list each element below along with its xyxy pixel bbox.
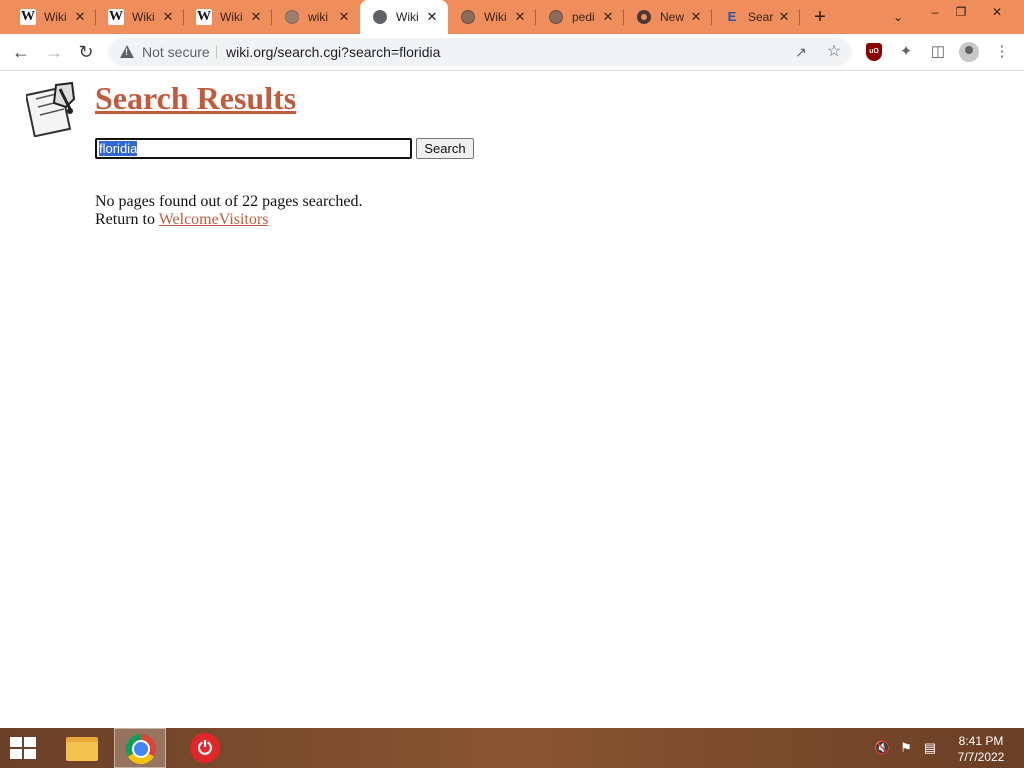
tab-title: New bbox=[660, 10, 685, 24]
chrome-icon bbox=[126, 734, 156, 764]
browser-tab[interactable]: W Wiki ✕ bbox=[184, 0, 272, 34]
windows-start-icon[interactable] bbox=[10, 737, 38, 761]
return-line: Return to WelcomeVisitors bbox=[95, 211, 268, 229]
action-center-flag-icon[interactable]: ⚑ bbox=[898, 740, 914, 756]
system-clock[interactable]: 8:41 PM 7/7/2022 bbox=[950, 733, 1012, 765]
tab-close-icon[interactable]: ✕ bbox=[600, 9, 616, 25]
wikipedia-w-icon: W bbox=[108, 9, 124, 25]
extensions-puzzle-icon[interactable]: ✦ bbox=[896, 42, 916, 62]
wikipedia-w-icon: W bbox=[20, 9, 36, 25]
side-panel-icon[interactable]: ◫ bbox=[928, 42, 948, 62]
reload-icon[interactable]: ↻ bbox=[74, 40, 98, 64]
tab-close-icon[interactable]: ✕ bbox=[424, 9, 440, 25]
globe-icon bbox=[372, 9, 388, 25]
more-menu-icon[interactable]: ⋮ bbox=[992, 42, 1012, 62]
close-window-icon[interactable]: ✕ bbox=[982, 2, 1012, 22]
browser-tab-strip: W Wiki ✕ W Wiki ✕ W Wiki ✕ wiki ✕ Wiki ✕… bbox=[0, 0, 1024, 34]
warning-triangle-icon[interactable] bbox=[120, 45, 134, 58]
share-icon[interactable]: ↗ bbox=[792, 43, 810, 61]
clock-date: 7/7/2022 bbox=[957, 750, 1005, 764]
power-icon: ⏻ bbox=[190, 733, 220, 763]
tab-close-icon[interactable]: ✕ bbox=[160, 9, 176, 25]
tab-title: Wiki bbox=[220, 10, 243, 24]
tab-close-icon[interactable]: ✕ bbox=[776, 9, 792, 25]
profile-avatar[interactable] bbox=[959, 42, 979, 62]
browser-tab[interactable]: E Sear ✕ bbox=[712, 0, 800, 34]
file-explorer-button[interactable] bbox=[56, 728, 108, 768]
tab-close-icon[interactable]: ✕ bbox=[688, 9, 704, 25]
ublock-origin-icon[interactable]: uO bbox=[866, 43, 882, 61]
tab-search-chevron-icon[interactable]: ⌄ bbox=[888, 8, 908, 26]
browser-tab[interactable]: pedi ✕ bbox=[536, 0, 624, 34]
tab-title: Wiki bbox=[132, 10, 155, 24]
page-content: Search Results floridia Search No pages … bbox=[0, 71, 1024, 728]
search-button[interactable]: Search bbox=[416, 138, 474, 159]
folder-icon bbox=[66, 737, 98, 761]
globe-icon bbox=[284, 9, 300, 25]
page-title: Search Results bbox=[95, 80, 297, 116]
return-prefix: Return to bbox=[95, 211, 159, 228]
tab-title: Sear bbox=[748, 10, 774, 24]
clock-time: 8:41 PM bbox=[958, 734, 1004, 748]
volume-muted-icon[interactable]: 🔇 bbox=[874, 740, 890, 756]
chrome-icon bbox=[636, 9, 652, 25]
address-divider bbox=[216, 45, 217, 59]
tab-title: Wiki bbox=[484, 10, 507, 24]
restore-icon[interactable]: ❐ bbox=[946, 2, 976, 22]
tab-separator bbox=[799, 9, 800, 25]
tab-title: Wiki bbox=[396, 10, 419, 24]
network-icon[interactable]: ▤ bbox=[922, 740, 938, 756]
tab-close-icon[interactable]: ✕ bbox=[512, 9, 528, 25]
url-text[interactable]: wiki.org/search.cgi?search=floridia bbox=[226, 44, 440, 60]
browser-tab[interactable]: New ✕ bbox=[624, 0, 712, 34]
chrome-taskbar-button[interactable] bbox=[114, 728, 166, 768]
browser-tab-active[interactable]: Wiki ✕ bbox=[360, 0, 448, 34]
back-arrow-icon[interactable]: ← bbox=[9, 40, 33, 64]
welcome-visitors-link[interactable]: WelcomeVisitors bbox=[159, 211, 269, 228]
tab-close-icon[interactable]: ✕ bbox=[248, 9, 264, 25]
browser-tab[interactable]: W Wiki ✕ bbox=[8, 0, 96, 34]
forward-arrow-icon[interactable]: → bbox=[42, 40, 66, 64]
browser-tab[interactable]: wiki ✕ bbox=[272, 0, 360, 34]
wikipedia-w-icon: W bbox=[196, 9, 212, 25]
tab-title: pedi bbox=[572, 10, 595, 24]
globe-icon bbox=[460, 9, 476, 25]
tab-close-icon[interactable]: ✕ bbox=[336, 9, 352, 25]
address-bar[interactable]: Not secure wiki.org/search.cgi?search=fl… bbox=[108, 38, 852, 66]
new-tab-button[interactable]: + bbox=[808, 5, 832, 29]
search-input-value: floridia bbox=[99, 141, 138, 156]
wiki-logo-icon bbox=[26, 81, 76, 137]
globe-icon bbox=[548, 9, 564, 25]
tab-close-icon[interactable]: ✕ bbox=[72, 9, 88, 25]
power-app-button[interactable]: ⏻ bbox=[178, 728, 230, 768]
tab-title: wiki bbox=[308, 10, 328, 24]
tab-title: Wiki bbox=[44, 10, 67, 24]
search-input[interactable]: floridia bbox=[95, 138, 412, 159]
e-logo-icon: E bbox=[727, 9, 737, 24]
result-message: No pages found out of 22 pages searched. bbox=[95, 193, 363, 210]
windows-taskbar: ⏻ 🔇 ⚑ ▤ 8:41 PM 7/7/2022 bbox=[0, 728, 1024, 768]
bookmark-star-icon[interactable]: ☆ bbox=[824, 42, 844, 62]
browser-tab[interactable]: Wiki ✕ bbox=[448, 0, 536, 34]
security-status[interactable]: Not secure bbox=[142, 44, 210, 60]
browser-toolbar: ← → ↻ Not secure wiki.org/search.cgi?sea… bbox=[0, 34, 1024, 71]
browser-tab[interactable]: W Wiki ✕ bbox=[96, 0, 184, 34]
